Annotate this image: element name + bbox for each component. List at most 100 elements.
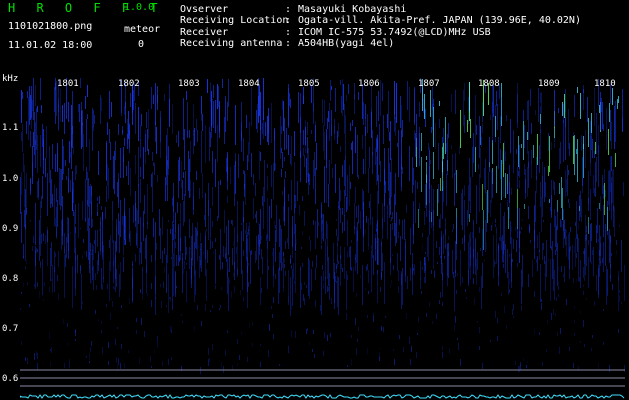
noise-streak <box>461 193 462 225</box>
noise-streak <box>326 168 327 203</box>
noise-streak <box>209 127 210 161</box>
noise-streak <box>120 200 121 237</box>
noise-streak <box>36 108 37 150</box>
noise-dot <box>598 239 599 242</box>
noise-streak <box>610 156 611 192</box>
noise-streak <box>337 131 338 144</box>
noise-dot <box>619 295 620 302</box>
noise-streak <box>268 108 269 145</box>
noise-dot <box>322 265 323 270</box>
noise-streak <box>213 101 214 128</box>
noise-streak <box>609 170 610 211</box>
noise-dot <box>495 262 496 264</box>
noise-streak <box>218 86 219 107</box>
noise-dot <box>621 302 622 304</box>
noise-dot <box>548 259 549 262</box>
noise-dot <box>51 279 52 281</box>
noise-streak <box>107 164 108 186</box>
noise-streak <box>189 130 190 138</box>
noise-streak <box>135 254 136 262</box>
noise-dot <box>559 347 560 354</box>
noise-streak <box>588 217 589 234</box>
noise-streak <box>215 159 216 187</box>
noise-dot <box>80 227 81 230</box>
noise-streak <box>313 160 314 189</box>
noise-dot <box>25 357 26 360</box>
noise-dot <box>583 291 584 295</box>
noise-streak <box>97 197 98 201</box>
noise-streak <box>124 214 125 227</box>
noise-dot <box>182 258 183 264</box>
noise-streak <box>577 139 578 182</box>
noise-dot <box>448 252 449 256</box>
noise-dot <box>313 330 314 334</box>
noise-streak <box>117 182 118 197</box>
noise-dot <box>269 324 270 331</box>
noise-streak <box>537 235 538 248</box>
noise-streak <box>517 208 518 238</box>
noise-streak <box>284 118 285 150</box>
noise-dot <box>274 220 275 226</box>
noise-dot <box>398 232 399 238</box>
noise-streak <box>45 158 46 177</box>
noise-streak <box>565 229 566 245</box>
noise-streak <box>160 111 161 142</box>
noise-streak <box>119 274 120 297</box>
noise-streak <box>607 207 608 231</box>
noise-streak <box>275 230 276 262</box>
noise-streak <box>322 214 323 239</box>
noise-streak <box>132 268 133 303</box>
noise-streak <box>311 130 312 134</box>
noise-streak <box>103 245 104 279</box>
noise-dot <box>607 287 608 291</box>
noise-streak <box>207 79 208 93</box>
noise-dot <box>558 286 559 290</box>
noise-dot <box>381 326 382 331</box>
noise-dot <box>163 283 164 287</box>
noise-streak <box>500 149 501 179</box>
noise-streak <box>47 173 48 216</box>
noise-dot <box>337 243 338 246</box>
noise-streak <box>535 191 536 222</box>
noise-streak <box>346 271 347 310</box>
noise-streak <box>168 274 169 313</box>
noise-streak <box>142 270 143 294</box>
noise-dot <box>576 279 577 282</box>
noise-streak <box>315 221 316 249</box>
noise-streak <box>297 181 298 201</box>
noise-streak <box>224 210 225 233</box>
noise-streak <box>513 130 514 173</box>
noise-streak <box>511 237 512 266</box>
noise-streak <box>611 183 612 204</box>
noise-streak <box>507 249 508 278</box>
noise-dot <box>171 257 172 259</box>
noise-streak <box>464 115 465 133</box>
noise-streak <box>329 103 330 141</box>
noise-streak <box>202 173 203 198</box>
noise-dot <box>151 300 152 307</box>
datetime: 11.01.02 18:00 <box>8 40 93 51</box>
noise-dot <box>190 248 191 250</box>
noise-dot <box>543 220 544 222</box>
noise-streak <box>183 98 184 140</box>
noise-dot <box>67 342 68 346</box>
noise-streak <box>283 206 284 221</box>
noise-streak <box>507 186 508 194</box>
noise-streak <box>419 102 420 117</box>
noise-dot <box>462 238 463 244</box>
noise-streak <box>128 161 129 185</box>
noise-dot <box>83 239 84 243</box>
noise-dot <box>390 220 391 222</box>
noise-streak <box>351 143 352 150</box>
noise-streak <box>600 196 601 211</box>
noise-streak <box>505 244 506 273</box>
noise-streak <box>243 250 244 256</box>
noise-dot <box>306 329 307 334</box>
noise-dot <box>37 353 38 359</box>
noise-streak <box>467 210 468 226</box>
noise-dot <box>205 304 206 311</box>
noise-streak <box>580 191 581 217</box>
noise-streak <box>218 181 219 218</box>
noise-streak <box>73 147 74 154</box>
noise-streak <box>568 234 569 260</box>
